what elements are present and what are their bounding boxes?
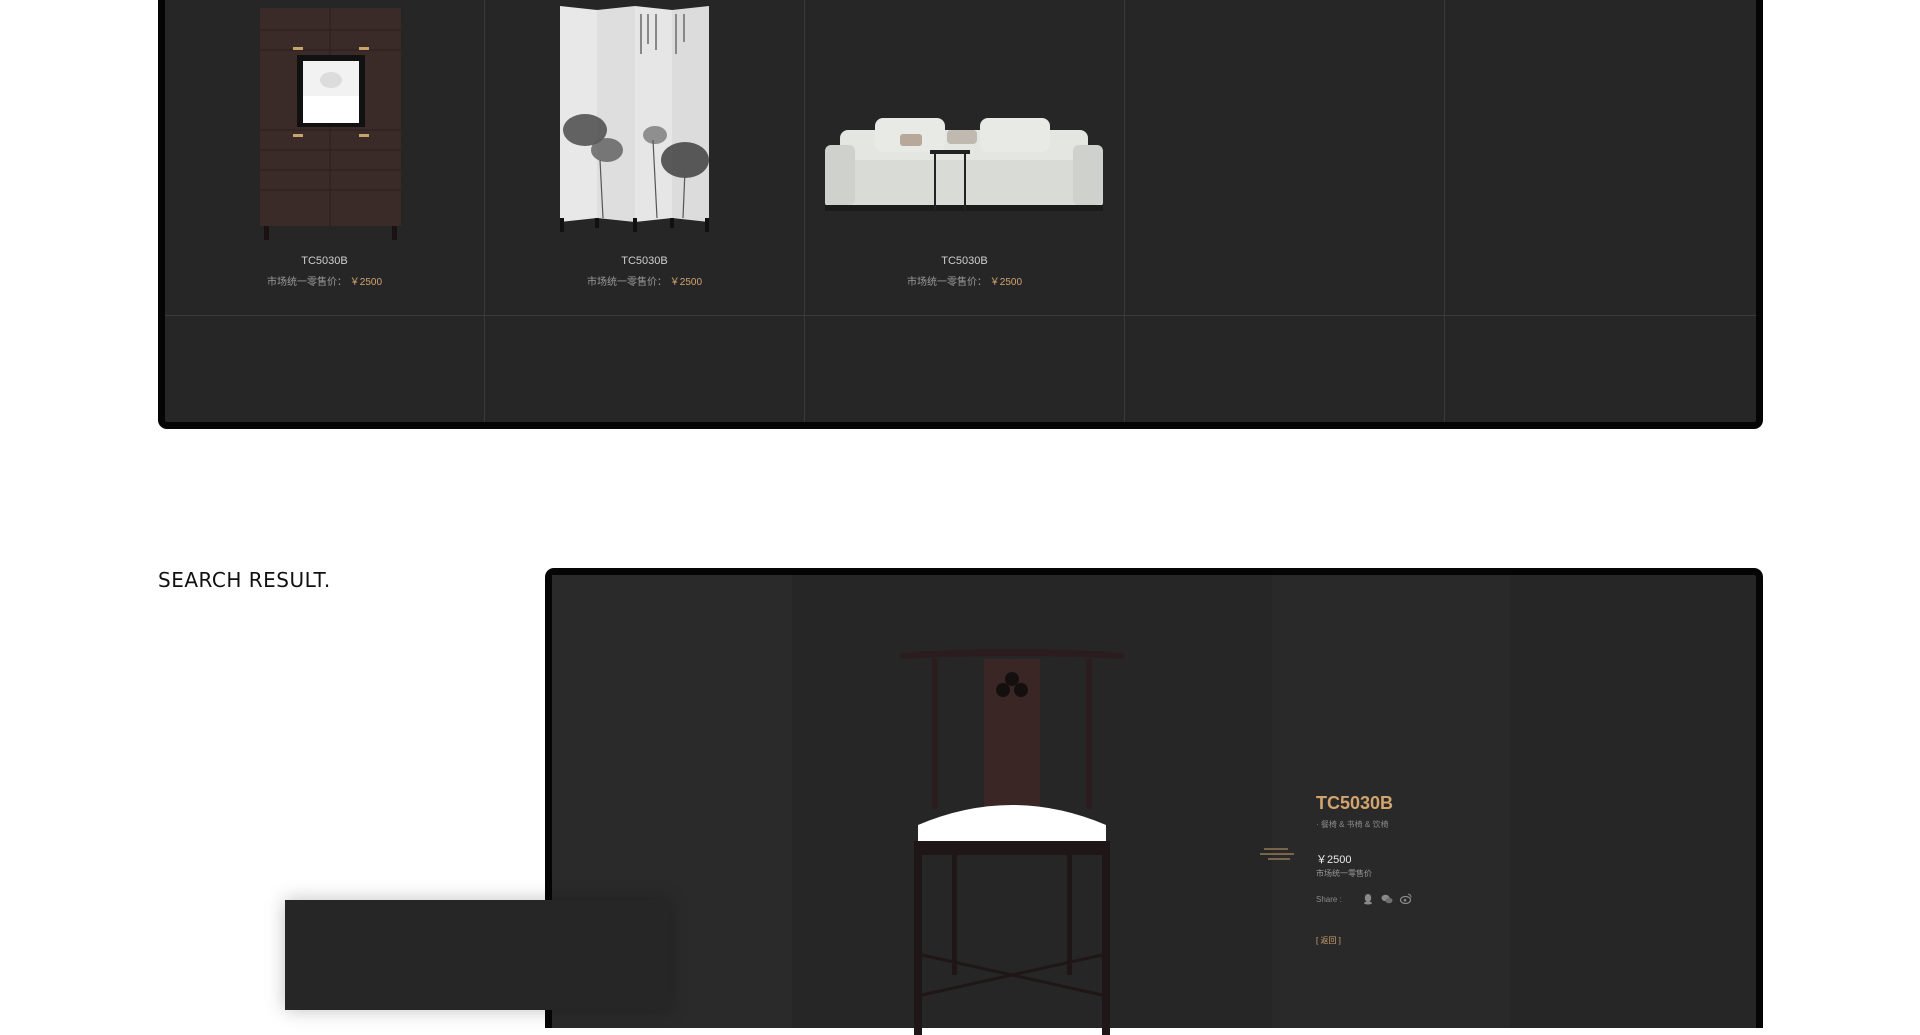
price-label: 市场统一零售价： <box>906 277 987 288</box>
cabinet-image <box>260 8 401 240</box>
price-value: ￥2500 <box>989 277 1023 288</box>
product-price-label: 市场统一零售价 <box>1316 869 1372 878</box>
weibo-icon[interactable] <box>1400 893 1412 905</box>
qq-icon[interactable] <box>1362 893 1374 905</box>
overlay-panel <box>285 900 669 1010</box>
sofa-image <box>825 118 1103 211</box>
back-link[interactable]: [ 返回 ] <box>1316 935 1341 946</box>
chair-image <box>900 649 1124 1035</box>
product-detail-panel: TC5030B · 餐椅 & 书椅 & 饮椅 ￥2500 市场统一零售价 Sha… <box>545 568 1763 1035</box>
price-label: 市场统一零售价： <box>586 277 667 288</box>
grid-divider <box>1124 0 1125 422</box>
product-price-line: 市场统一零售价： ￥2500 <box>485 273 804 288</box>
search-result-heading: SEARCH RESULT. <box>158 568 331 592</box>
product-card[interactable]: TC5030B 市场统一零售价： ￥2500 <box>165 0 484 295</box>
product-grid-panel: TC5030B 市场统一零售价： ￥2500 TC5030B 市场统一零售价： … <box>158 0 1763 429</box>
product-price-line: 市场统一零售价： ￥2500 <box>165 273 484 288</box>
price-label: 市场统一零售价： <box>266 277 347 288</box>
product-title: TC5030B <box>1316 793 1394 813</box>
decorative-lines-icon <box>1260 848 1294 860</box>
product-price: ￥2500 <box>1316 854 1352 866</box>
share-label: Share : <box>1316 895 1342 904</box>
product-model: TC5030B <box>621 255 668 267</box>
grid-divider <box>165 315 1756 316</box>
grid-divider <box>1444 0 1445 422</box>
product-price-line: 市场统一零售价： ￥2500 <box>805 273 1124 288</box>
price-value: ￥2500 <box>669 277 703 288</box>
product-card[interactable]: TC5030B 市场统一零售价： ￥2500 <box>485 0 804 295</box>
product-model: TC5030B <box>941 255 988 267</box>
folding-screen-image <box>560 6 709 232</box>
product-category: · 餐椅 & 书椅 & 饮椅 <box>1316 820 1389 829</box>
wechat-icon[interactable] <box>1381 893 1393 905</box>
product-card[interactable]: TC5030B 市场统一零售价： ￥2500 <box>805 0 1124 295</box>
product-model: TC5030B <box>301 255 348 267</box>
price-value: ￥2500 <box>349 277 383 288</box>
